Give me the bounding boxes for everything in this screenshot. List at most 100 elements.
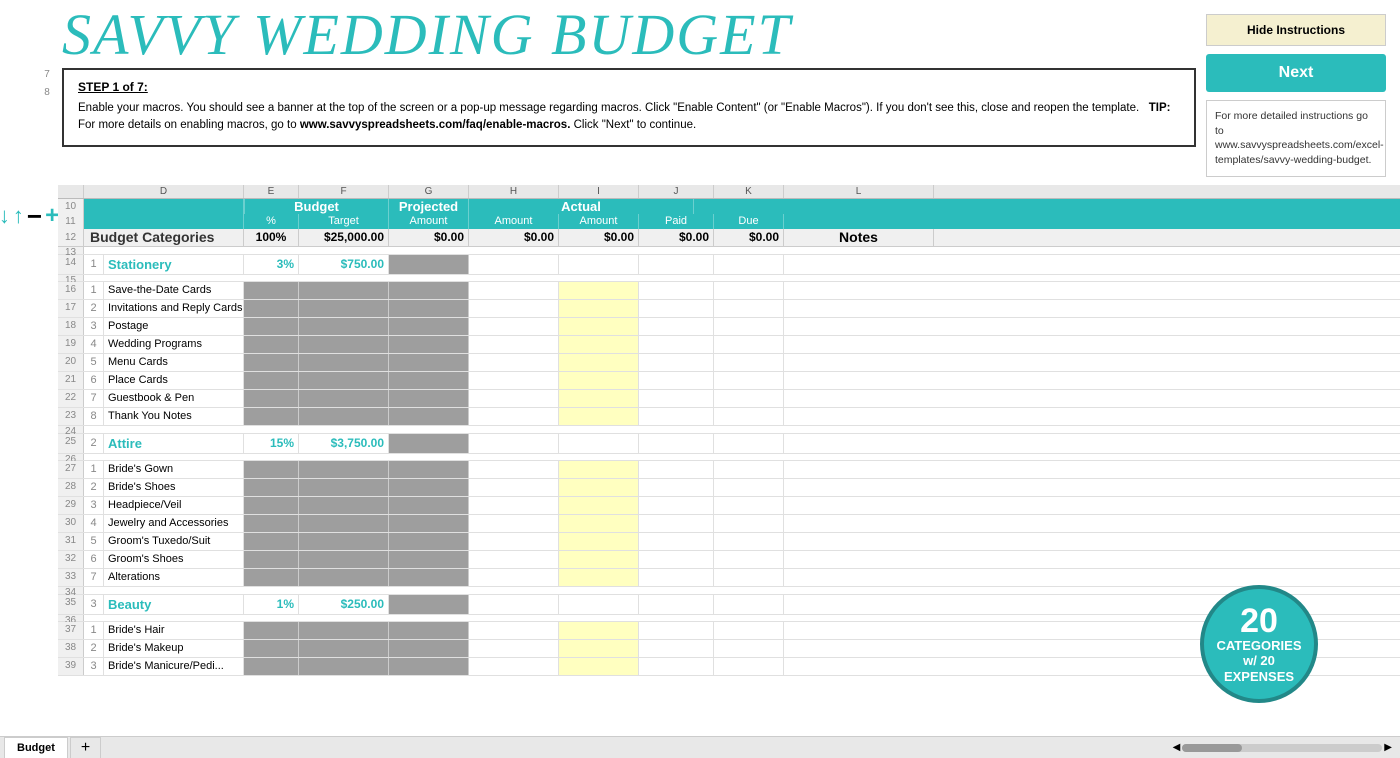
instructions-body: Enable your macros. You should see a ban…	[78, 102, 1139, 114]
category-stationery: 14 1 Stationery 3% $750.00 15	[58, 255, 1400, 426]
totals-categories-label: Budget Categories	[84, 229, 244, 246]
step-label: STEP 1 of 7:	[78, 80, 1180, 94]
badge-w20-label: w/ 20	[1243, 653, 1275, 669]
cat3-target: $250.00	[299, 595, 389, 614]
cat2-id: 2	[84, 434, 104, 453]
tip-url: www.savvyspreadsheets.com/faq/enable-mac…	[300, 119, 571, 131]
tab-budget[interactable]: Budget	[4, 737, 68, 758]
cat1-amount-gray	[389, 255, 469, 274]
cat1-proj-empty	[469, 255, 559, 274]
subheader-projected-amount: Amount	[469, 214, 559, 229]
rn-19: 19	[58, 336, 84, 353]
item-stationery-1: 16 1 Save-the-Date Cards	[58, 282, 1400, 300]
header-row-2: 11 % Target Amount Amount Amount Paid Du…	[58, 214, 1400, 229]
col-letter-rn	[58, 185, 84, 198]
cat-row-stationery: 14 1 Stationery 3% $750.00	[58, 255, 1400, 275]
rn-32: 32	[58, 551, 84, 568]
item-attire-7: 33 7 Alterations	[58, 569, 1400, 587]
cat1-paid-empty	[639, 255, 714, 274]
item-a1-name: Bride's Gown	[104, 461, 244, 478]
item-beauty-1: 37 1 Bride's Hair	[58, 622, 1400, 640]
arrow-down-icon[interactable]: ↓	[0, 203, 10, 229]
item-stationery-7: 22 7 Guestbook & Pen	[58, 390, 1400, 408]
col-letter-l: L	[784, 185, 934, 198]
col-letter-e: E	[244, 185, 299, 198]
tabs-bar: Budget + ◀ ▶	[0, 736, 1400, 758]
item-stationery-2: 17 2 Invitations and Reply Cards	[58, 300, 1400, 318]
total-due: $0.00	[714, 229, 784, 246]
subheader-target: Target	[299, 214, 389, 229]
rn-30: 30	[58, 515, 84, 532]
minus-icon[interactable]: −	[27, 203, 42, 229]
header-projected: Projected	[389, 199, 469, 214]
rn-13: 13	[58, 247, 84, 254]
add-sheet-button[interactable]: +	[70, 737, 101, 758]
category-beauty: 35 3 Beauty 1% $250.00 36	[58, 595, 1400, 676]
rn-10: 10	[58, 199, 84, 214]
item-stationery-4: 19 4 Wedding Programs	[58, 336, 1400, 354]
item-s3-name: Postage	[104, 318, 244, 335]
col-letter-k: K	[714, 185, 784, 198]
cat3-id: 3	[84, 595, 104, 614]
rn-12: 12	[58, 229, 84, 246]
rn-17: 17	[58, 300, 84, 317]
item-a5-name: Groom's Tuxedo/Suit	[104, 533, 244, 550]
item-stationery-3: 18 3 Postage	[58, 318, 1400, 336]
scroll-left-icon[interactable]: ◀	[1173, 742, 1181, 753]
rn-33: 33	[58, 569, 84, 586]
item-s4-name: Wedding Programs	[104, 336, 244, 353]
rn-22: 22	[58, 390, 84, 407]
subheader-budget-amount: Amount	[389, 214, 469, 229]
rn-39: 39	[58, 658, 84, 675]
header-row-1: 10 Budget Projected Actual	[58, 199, 1400, 214]
nav-arrows-column: ↓ ↑ − +	[0, 185, 58, 736]
item-b1-name: Bride's Hair	[104, 622, 244, 639]
col-letter-d: D	[84, 185, 244, 198]
cat1-notes-empty	[784, 255, 934, 274]
budget-grid: D E F G H I J K L 10 Budget Projected Ac…	[58, 185, 1400, 736]
scroll-controls: ◀ ▶	[1173, 742, 1392, 753]
rn-14: 14	[58, 255, 84, 274]
item-attire-3: 29 3 Headpiece/Veil	[58, 497, 1400, 515]
column-letters-row: D E F G H I J K L	[58, 185, 1400, 199]
app-title: SAVVY WEDDING BUDGET	[62, 6, 1196, 64]
item-stationery-5: 20 5 Menu Cards	[58, 354, 1400, 372]
cat2-pct: 15%	[244, 434, 299, 453]
rn-15: 15	[58, 275, 84, 281]
arrow-up-icon[interactable]: ↑	[13, 203, 24, 229]
item-b2-name: Bride's Makeup	[104, 640, 244, 657]
col-letter-j: J	[639, 185, 714, 198]
plus-icon[interactable]: +	[45, 204, 59, 228]
badge-expenses-label: EXPENSES	[1224, 669, 1294, 685]
hide-instructions-button[interactable]: Hide Instructions	[1206, 14, 1386, 46]
row-numbers-top: 7 8	[34, 6, 60, 102]
badge-number: 20	[1240, 604, 1278, 638]
item-attire-6: 32 6 Groom's Shoes	[58, 551, 1400, 569]
item-stationery-8: 23 8 Thank You Notes	[58, 408, 1400, 426]
horizontal-scrollbar[interactable]	[1182, 744, 1382, 752]
col-letter-h: H	[469, 185, 559, 198]
item-a3-name: Headpiece/Veil	[104, 497, 244, 514]
cat3-amount-gray	[389, 595, 469, 614]
right-panel: Hide Instructions Next For more detailed…	[1196, 6, 1396, 185]
scroll-right-icon[interactable]: ▶	[1384, 742, 1392, 753]
item-a2-name: Bride's Shoes	[104, 479, 244, 496]
totals-notes-label: Notes	[784, 229, 934, 246]
rn-21: 21	[58, 372, 84, 389]
rn-37: 37	[58, 622, 84, 639]
item-s5-name: Menu Cards	[104, 354, 244, 371]
rn-26: 26	[58, 454, 84, 460]
tip-label: TIP:	[1149, 102, 1171, 114]
rn-31: 31	[58, 533, 84, 550]
rn-20: 20	[58, 354, 84, 371]
header-budget: Budget	[244, 199, 389, 214]
rn-36: 36	[58, 615, 84, 621]
item-attire-4: 30 4 Jewelry and Accessories	[58, 515, 1400, 533]
spreadsheet-container: 7 8 SAVVY WEDDING BUDGET STEP 1 of 7: En…	[0, 0, 1400, 758]
item-a4-name: Jewelry and Accessories	[104, 515, 244, 532]
next-button[interactable]: Next	[1206, 54, 1386, 92]
item-s7-name: Guestbook & Pen	[104, 390, 244, 407]
cat1-target: $750.00	[299, 255, 389, 274]
badge-categories-label: CATEGORIES	[1217, 638, 1302, 654]
cat1-actual-empty	[559, 255, 639, 274]
